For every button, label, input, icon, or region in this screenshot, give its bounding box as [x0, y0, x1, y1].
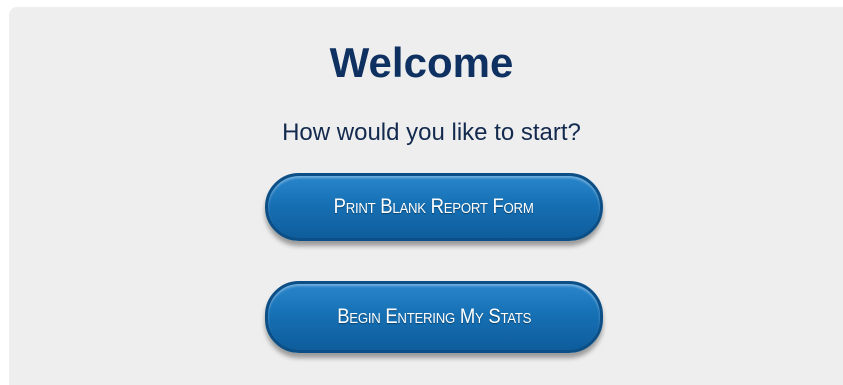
begin-entering-stats-label: Begin Entering My Stats: [337, 305, 531, 328]
print-blank-report-form-label: Print Blank Report Form: [334, 195, 534, 218]
page-title: Welcome: [329, 39, 514, 86]
start-prompt: How would you like to start?: [282, 119, 581, 146]
print-blank-report-form-button[interactable]: Print Blank Report Form: [265, 173, 603, 241]
begin-entering-stats-button[interactable]: Begin Entering My Stats: [265, 281, 603, 353]
